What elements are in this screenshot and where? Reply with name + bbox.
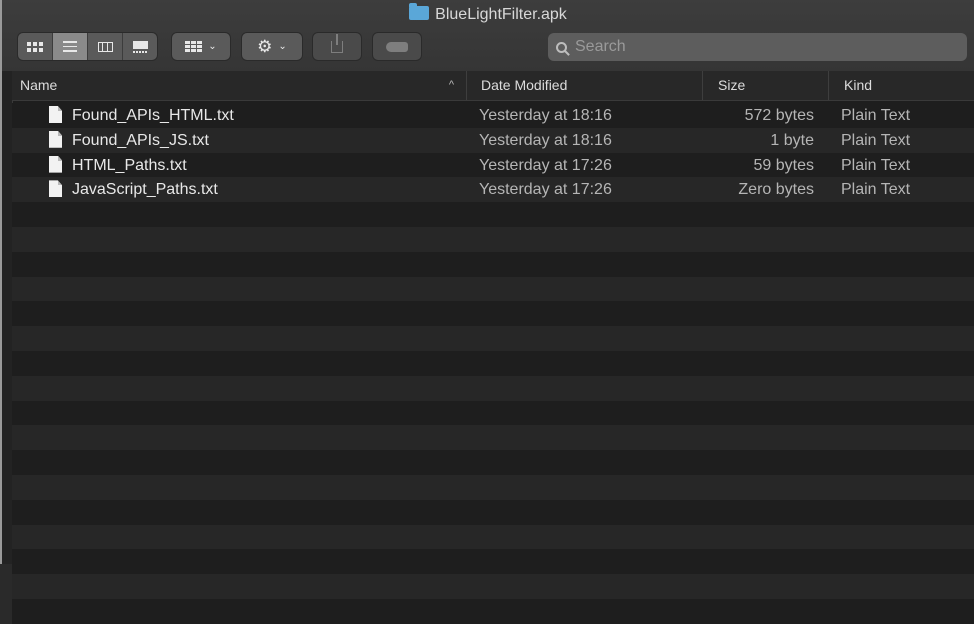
column-header-size-label: Size [718, 77, 746, 93]
empty-row [12, 450, 974, 475]
gallery-view-button[interactable] [123, 33, 157, 60]
file-row[interactable]: Found_APIs_JS.txt Yesterday at 18:16 1 b… [12, 127, 974, 153]
search-field[interactable] [548, 33, 967, 61]
tag-icon [386, 41, 408, 52]
file-size: 1 byte [770, 131, 814, 149]
empty-row [12, 574, 974, 599]
view-mode-control [18, 33, 157, 60]
text-file-icon [49, 130, 62, 148]
column-header-date-label: Date Modified [481, 77, 568, 93]
finder-window: BlueLightFilter.apk ⌄ ⚙ ⌄ Search Name ^ … [0, 0, 974, 624]
empty-row [12, 549, 974, 575]
file-kind: Plain Text [841, 156, 911, 174]
file-name: Found_APIs_JS.txt [72, 131, 209, 149]
search-input[interactable] [573, 37, 937, 57]
list-view-icon [63, 41, 77, 52]
column-view-button[interactable] [88, 33, 123, 60]
window-title-text: BlueLightFilter.apk [435, 6, 567, 23]
empty-row [12, 598, 974, 624]
search-icon [556, 41, 567, 53]
window-title: BlueLightFilter.apk [2, 3, 974, 24]
empty-row [12, 474, 974, 500]
file-date: Yesterday at 18:16 [479, 131, 612, 149]
action-button[interactable]: ⚙ ⌄ [242, 33, 302, 60]
text-file-icon [49, 180, 62, 198]
group-by-icon [185, 41, 203, 52]
share-icon [331, 33, 343, 53]
empty-row [12, 276, 974, 302]
chevron-down-icon: ⌄ [208, 41, 217, 52]
empty-row [12, 326, 974, 351]
sort-ascending-icon: ^ [448, 79, 454, 91]
file-list: Found_APIs_HTML.txt Yesterday at 18:16 5… [12, 103, 974, 624]
text-file-icon [49, 106, 62, 123]
file-date: Yesterday at 17:26 [479, 181, 612, 199]
file-date: Yesterday at 17:26 [479, 156, 612, 174]
column-header-kind[interactable]: Kind [828, 71, 974, 100]
file-date: Yesterday at 18:16 [479, 107, 612, 124]
empty-row [12, 350, 974, 376]
file-size: Zero bytes [738, 181, 814, 199]
empty-row [12, 524, 974, 550]
file-name: HTML_Paths.txt [72, 156, 187, 174]
file-size: 59 bytes [753, 156, 814, 174]
tag-button[interactable] [373, 33, 421, 60]
file-kind: Plain Text [841, 181, 911, 199]
share-button[interactable] [313, 33, 361, 60]
group-by-button[interactable]: ⌄ [172, 33, 230, 60]
file-row[interactable]: JavaScript_Paths.txt Yesterday at 17:26 … [12, 177, 974, 203]
empty-row [12, 301, 974, 327]
column-view-icon [97, 41, 113, 52]
empty-row [12, 251, 974, 277]
file-row[interactable]: HTML_Paths.txt Yesterday at 17:26 59 byt… [12, 152, 974, 178]
empty-row [12, 202, 974, 227]
file-name: Found_APIs_HTML.txt [72, 107, 234, 124]
empty-row [12, 226, 974, 252]
column-header-name-label: Name [20, 77, 58, 93]
column-header-name[interactable]: Name ^ [12, 71, 466, 100]
icon-view-button[interactable] [18, 33, 53, 60]
gallery-view-icon [132, 40, 148, 53]
column-header: Name ^ Date Modified Size Kind [12, 71, 974, 101]
chevron-down-icon: ⌄ [278, 41, 287, 52]
icon-view-icon [27, 41, 43, 52]
column-header-date[interactable]: Date Modified [466, 71, 702, 100]
toolbar: BlueLightFilter.apk ⌄ ⚙ ⌄ [2, 0, 974, 72]
file-kind: Plain Text [841, 131, 911, 149]
file-kind: Plain Text [841, 107, 911, 124]
gear-icon: ⚙ [257, 37, 273, 56]
file-row[interactable]: Found_APIs_HTML.txt Yesterday at 18:16 5… [12, 103, 974, 128]
column-header-size[interactable]: Size [702, 71, 828, 100]
file-name: JavaScript_Paths.txt [72, 181, 218, 199]
folder-icon [409, 3, 430, 20]
list-view-button[interactable] [53, 33, 88, 60]
file-size: 572 bytes [744, 107, 814, 124]
text-file-icon [49, 155, 62, 173]
empty-row [12, 499, 974, 525]
empty-row [12, 375, 974, 401]
empty-row [12, 400, 974, 426]
column-header-kind-label: Kind [844, 77, 873, 93]
empty-row [12, 425, 974, 451]
